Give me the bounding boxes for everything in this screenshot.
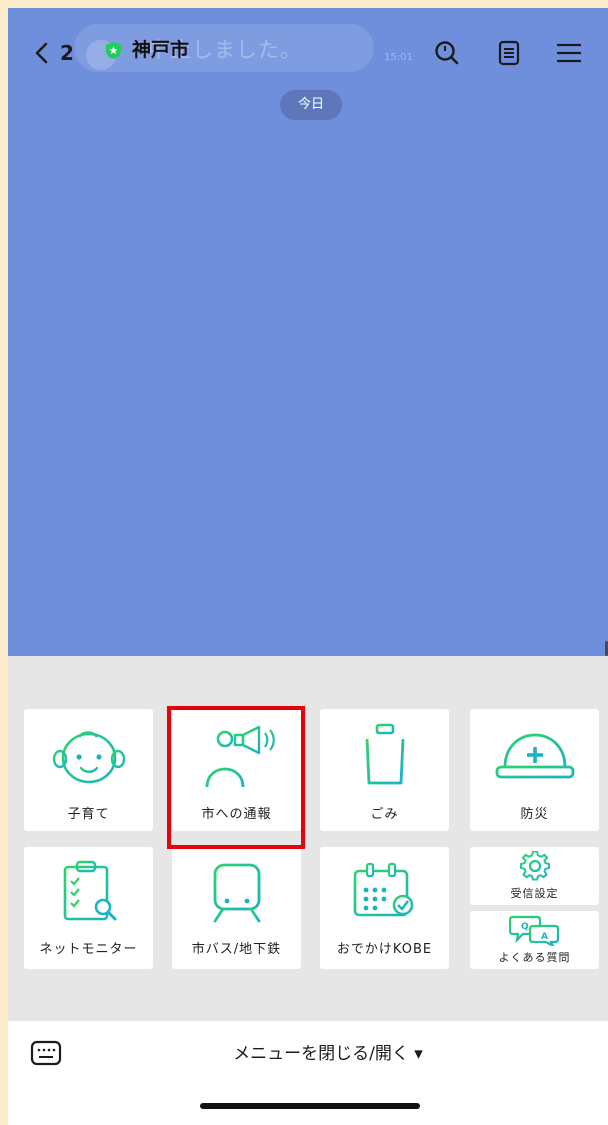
clipboard-search-icon bbox=[63, 860, 116, 921]
bottom-bar: メニューを閉じる/開く ▾ bbox=[8, 1021, 608, 1125]
home-indicator[interactable] bbox=[200, 1103, 420, 1109]
calendar-icon bbox=[353, 862, 413, 917]
menu-tile-childcare[interactable]: 子育て bbox=[24, 709, 153, 831]
menu-tile-faq[interactable]: Q A よくある質問 bbox=[470, 911, 599, 969]
trash-can-icon bbox=[359, 723, 410, 785]
chat-title: 神戸市 bbox=[132, 39, 190, 61]
date-badge: 今日 bbox=[280, 90, 342, 120]
svg-text:A: A bbox=[541, 932, 548, 942]
search-icon[interactable] bbox=[432, 38, 462, 68]
app-window: 中止しました。 15:01 2 神戸市 今日 子育て 市への通報 ごみ 防災 ネ… bbox=[8, 8, 608, 1125]
chat-area[interactable]: 中止しました。 15:01 2 神戸市 今日 bbox=[8, 8, 608, 656]
chevron-left-icon bbox=[35, 42, 48, 64]
svg-text:Q: Q bbox=[521, 922, 529, 932]
rich-menu: 子育て 市への通報 ごみ 防災 ネットモニター 市バス/地下鉄 おでかけKOBE… bbox=[8, 656, 608, 1021]
menu-tile-label: 市バス/地下鉄 bbox=[191, 942, 282, 957]
menu-toggle-button[interactable]: メニューを閉じる/開く ▾ bbox=[158, 1039, 498, 1069]
menu-tile-label: おでかけKOBE bbox=[336, 942, 433, 957]
unread-count: 2 bbox=[60, 41, 74, 65]
hamburger-menu-icon[interactable] bbox=[554, 38, 584, 68]
selection-highlight bbox=[167, 706, 305, 849]
baby-face-icon bbox=[52, 731, 125, 784]
menu-tile-disaster-prevention[interactable]: 防災 bbox=[470, 709, 599, 831]
menu-tile-reception-settings[interactable]: 受信設定 bbox=[470, 847, 599, 905]
gear-icon bbox=[519, 851, 550, 881]
chat-header: 2 神戸市 bbox=[8, 8, 608, 88]
notes-icon[interactable] bbox=[494, 38, 524, 68]
menu-tile-label: よくある質問 bbox=[498, 951, 571, 964]
menu-tile-label: 防災 bbox=[520, 807, 549, 822]
menu-tile-city-bus-subway[interactable]: 市バス/地下鉄 bbox=[172, 847, 301, 969]
verified-shield-icon bbox=[105, 41, 122, 60]
back-button[interactable]: 2 bbox=[34, 38, 84, 68]
menu-tile-garbage[interactable]: ごみ bbox=[320, 709, 449, 831]
keyboard-icon[interactable] bbox=[30, 1039, 62, 1067]
menu-tile-odekake-kobe[interactable]: おでかけKOBE bbox=[320, 847, 449, 969]
helmet-icon bbox=[495, 733, 574, 779]
qa-bubble-icon: Q A bbox=[508, 915, 559, 946]
menu-tile-net-monitor[interactable]: ネットモニター bbox=[24, 847, 153, 969]
menu-tile-label: ネットモニター bbox=[39, 942, 138, 957]
menu-tile-label: ごみ bbox=[370, 807, 399, 822]
menu-tile-label: 子育て bbox=[67, 807, 110, 822]
train-icon bbox=[213, 863, 260, 923]
menu-tile-label: 受信設定 bbox=[510, 887, 559, 900]
